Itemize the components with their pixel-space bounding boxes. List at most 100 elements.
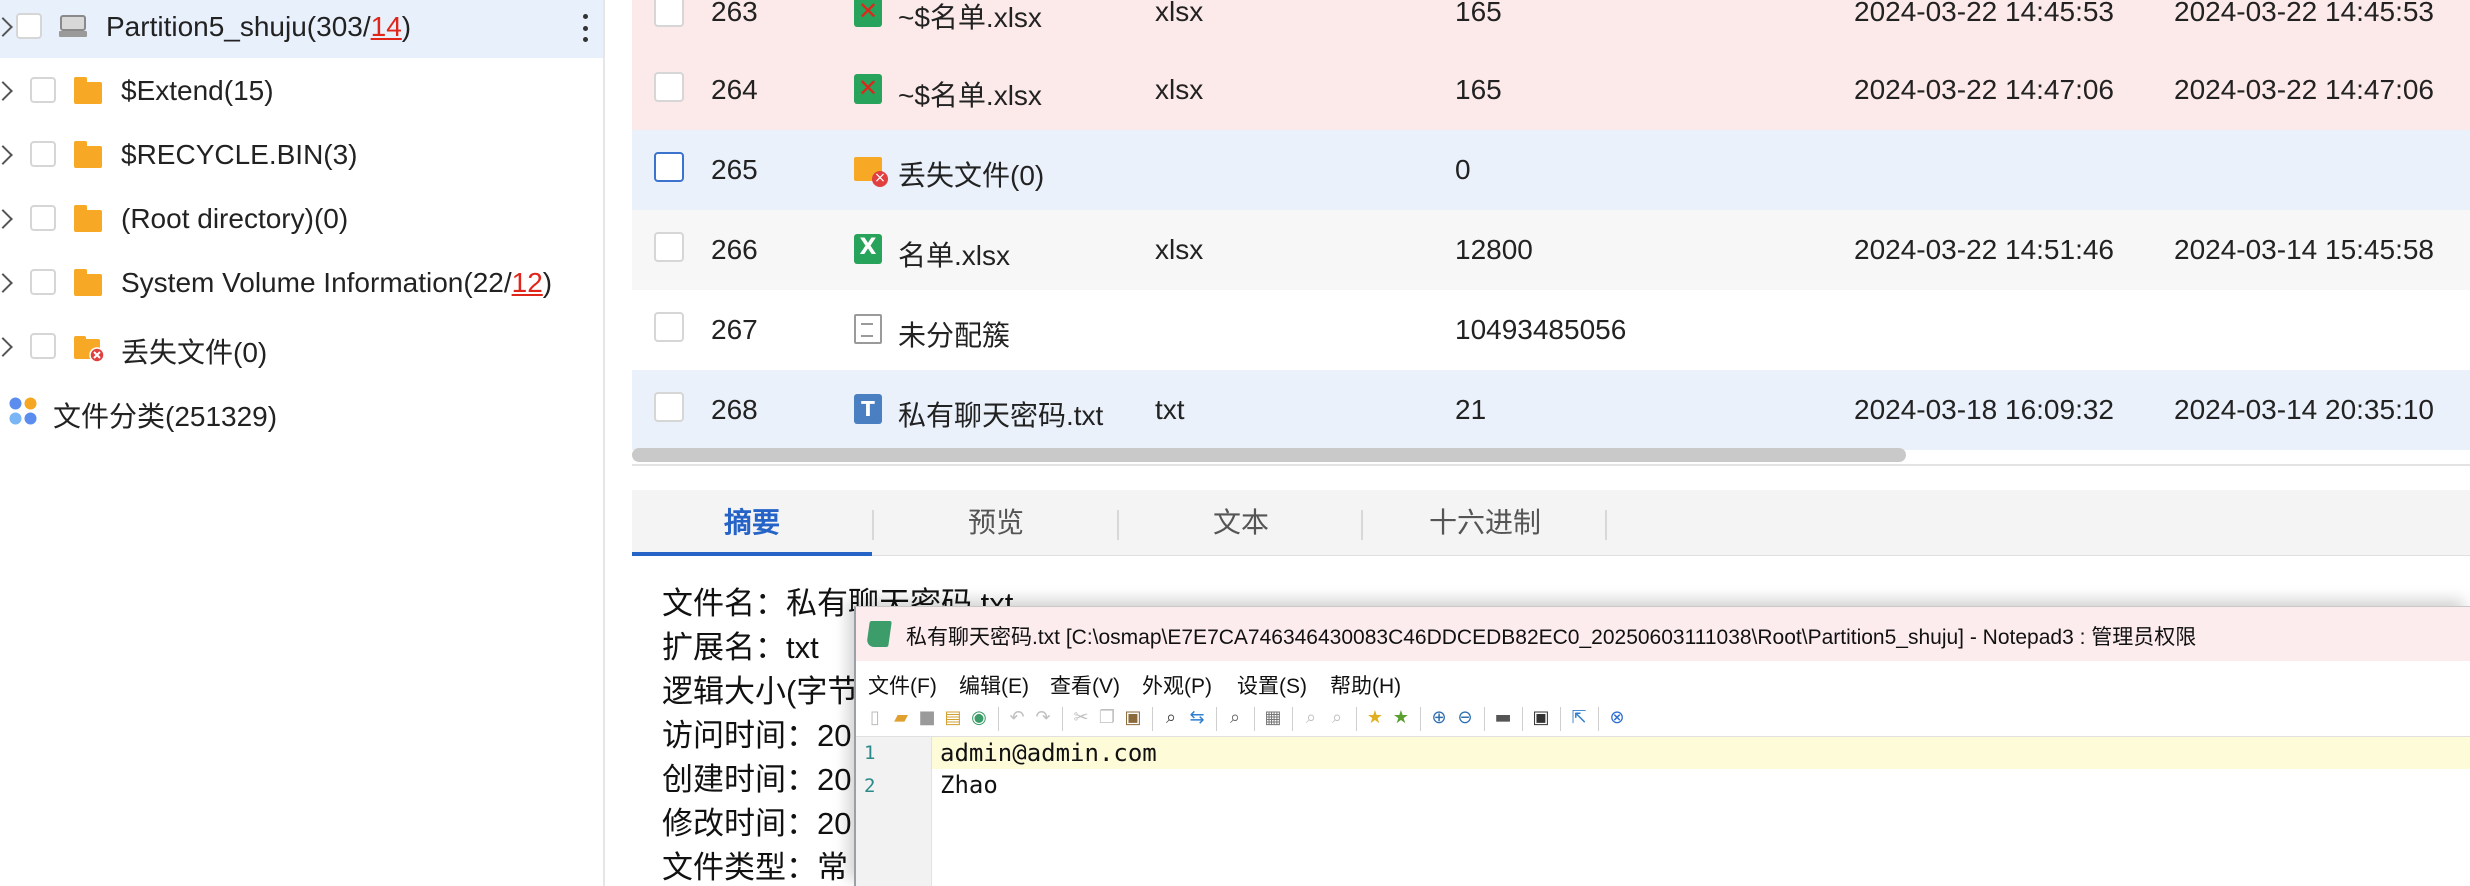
row-extension: xlsx — [1155, 74, 1204, 105]
row-checkbox[interactable] — [654, 312, 684, 342]
more-options-icon[interactable] — [583, 14, 589, 42]
browse-icon[interactable]: ◉ — [968, 707, 990, 729]
row-checkbox[interactable] — [654, 392, 684, 422]
row-time-2: 2024-03-22 14:47:06 — [2174, 74, 2434, 105]
find-prev-icon[interactable]: ⌕ — [1300, 707, 1322, 729]
redo-icon[interactable]: ↷ — [1032, 707, 1054, 729]
tree-item-checkbox[interactable] — [30, 333, 56, 359]
chevron-right-icon[interactable] — [0, 17, 13, 37]
cut-icon[interactable]: ✂ — [1070, 707, 1092, 729]
tree-item-checkbox[interactable] — [16, 13, 42, 39]
row-size: 21 — [1455, 394, 1487, 425]
notepad3-window[interactable]: 私有聊天密码.txt [C:\osmap\E7E7CA746346430083C… — [854, 606, 2470, 886]
tree-item-checkbox[interactable] — [30, 77, 56, 103]
deleted-excel-icon — [854, 74, 882, 104]
row-index: 267 — [711, 314, 758, 345]
find-icon[interactable]: ⌕ — [1160, 707, 1182, 729]
menu-view[interactable]: 查看(V) — [1050, 670, 1120, 700]
replace-icon[interactable]: ⇆ — [1186, 707, 1208, 729]
tree-item-root-directory[interactable]: (Root directory)(0) — [0, 188, 603, 248]
save-as-icon[interactable]: ▤ — [942, 707, 964, 729]
save-icon[interactable]: ■ — [916, 707, 938, 729]
copy-icon[interactable]: ❐ — [1096, 707, 1118, 729]
tree-item-label: Partition5_shuju(303/14) — [106, 11, 412, 42]
toolbar-separator — [1522, 707, 1523, 731]
table-row[interactable]: 266 名单.xlsx xlsx 12800 2024-03-22 14:51:… — [632, 210, 2470, 290]
toolbar-separator — [1598, 707, 1599, 731]
new-file-icon[interactable]: ▯ — [864, 707, 886, 729]
row-extension: xlsx — [1155, 0, 1204, 27]
tree-item-lost-files[interactable]: 丢失文件(0) — [0, 316, 603, 376]
toolbar-separator — [1420, 707, 1421, 731]
open-folder-icon[interactable]: ▰ — [890, 707, 912, 729]
line-number-gutter: 1 2 — [856, 737, 932, 886]
chevron-right-icon[interactable] — [0, 273, 13, 293]
goto-icon[interactable]: ⌕ — [1224, 707, 1246, 729]
add-favorite-icon[interactable]: ★ — [1390, 707, 1412, 729]
tab-divider — [1361, 510, 1363, 540]
exit-icon[interactable]: ⊗ — [1606, 707, 1628, 729]
row-file-name: ~$名单.xlsx — [898, 2, 1042, 33]
menu-help[interactable]: 帮助(H) — [1330, 670, 1401, 700]
paste-icon[interactable]: ▣ — [1122, 707, 1144, 729]
tab-preview[interactable]: 预览 — [876, 490, 1116, 556]
editor-line[interactable]: admin@admin.com — [932, 737, 2470, 769]
table-row[interactable]: 267 未分配簇 10493485056 — [632, 290, 2470, 370]
find-next-icon[interactable]: ⌕ — [1326, 707, 1348, 729]
editor-line[interactable]: Zhao — [932, 769, 2470, 801]
tree-item-extend[interactable]: $Extend(15) — [0, 60, 603, 120]
tab-summary[interactable]: 摘要 — [632, 490, 872, 556]
undo-icon[interactable]: ↶ — [1006, 707, 1028, 729]
table-row[interactable]: 264 ~$名单.xlsx xlsx 165 2024-03-22 14:47:… — [632, 50, 2470, 130]
tree-item-system-volume-information[interactable]: System Volume Information(22/12) — [0, 252, 603, 312]
favorites-icon[interactable]: ★ — [1364, 707, 1386, 729]
folder-icon — [74, 141, 102, 168]
editor-text-area[interactable]: admin@admin.com Zhao — [932, 737, 2470, 886]
send-icon[interactable]: ⇱ — [1568, 707, 1590, 729]
toolbar-separator — [1292, 707, 1293, 731]
tab-hex[interactable]: 十六进制 — [1365, 490, 1605, 556]
summary-logical-size: 逻辑大小(字节 — [662, 674, 859, 709]
tab-text[interactable]: 文本 — [1121, 490, 1361, 556]
zoom-in-icon[interactable]: ⊕ — [1428, 707, 1450, 729]
chevron-right-icon[interactable] — [0, 81, 13, 101]
menu-settings[interactable]: 设置(S) — [1237, 670, 1307, 700]
tree-item-label: System Volume Information(22/12) — [121, 267, 553, 298]
word-wrap-icon[interactable]: ▦ — [1262, 707, 1284, 729]
folder-icon — [74, 205, 102, 232]
file-list: 263 ~$名单.xlsx xlsx 165 2024-03-22 14:45:… — [632, 0, 2470, 468]
window-title: 私有聊天密码.txt [C:\osmap\E7E7CA746346430083C… — [906, 626, 2197, 649]
menu-file[interactable]: 文件(F) — [868, 670, 937, 700]
window-titlebar[interactable]: 私有聊天密码.txt [C:\osmap\E7E7CA746346430083C… — [856, 607, 2470, 661]
tree-item-checkbox[interactable] — [30, 205, 56, 231]
table-row[interactable]: 265 丢失文件(0) 0 — [632, 130, 2470, 210]
menu-appearance[interactable]: 外观(P) — [1142, 670, 1212, 700]
row-size: 0 — [1455, 154, 1471, 185]
chevron-right-icon[interactable] — [0, 145, 13, 165]
chevron-right-icon[interactable] — [0, 209, 13, 229]
row-checkbox[interactable] — [654, 72, 684, 102]
tree-item-checkbox[interactable] — [30, 141, 56, 167]
tree-item-checkbox[interactable] — [30, 269, 56, 295]
row-checkbox[interactable] — [654, 0, 684, 27]
table-row[interactable]: 268 私有聊天密码.txt txt 21 2024-03-18 16:09:3… — [632, 370, 2470, 450]
horizontal-scrollbar[interactable] — [632, 448, 1906, 462]
menu-edit[interactable]: 编辑(E) — [959, 670, 1029, 700]
tree-item-partition5[interactable]: Partition5_shuju(303/14) — [0, 0, 603, 58]
tree-item-file-category[interactable]: 文件分类(251329) — [0, 380, 603, 440]
row-index: 268 — [711, 394, 758, 425]
table-row[interactable]: 263 ~$名单.xlsx xlsx 165 2024-03-22 14:45:… — [632, 0, 2470, 52]
tab-divider — [872, 510, 874, 540]
chevron-right-icon[interactable] — [0, 337, 13, 357]
zoom-out-icon[interactable]: ⊖ — [1454, 707, 1476, 729]
tree-item-recycle-bin[interactable]: $RECYCLE.BIN(3) — [0, 124, 603, 184]
divider — [632, 464, 2470, 466]
scheme-icon[interactable]: ▬ — [1492, 707, 1514, 729]
tab-divider — [1117, 510, 1119, 540]
summary-file-type: 文件类型：常 — [662, 850, 848, 885]
row-time-1: 2024-03-22 14:45:53 — [1854, 0, 2114, 27]
row-checkbox[interactable] — [654, 232, 684, 262]
customize-icon[interactable]: ▣ — [1530, 707, 1552, 729]
text-file-icon — [854, 394, 882, 424]
row-checkbox[interactable] — [654, 152, 684, 182]
